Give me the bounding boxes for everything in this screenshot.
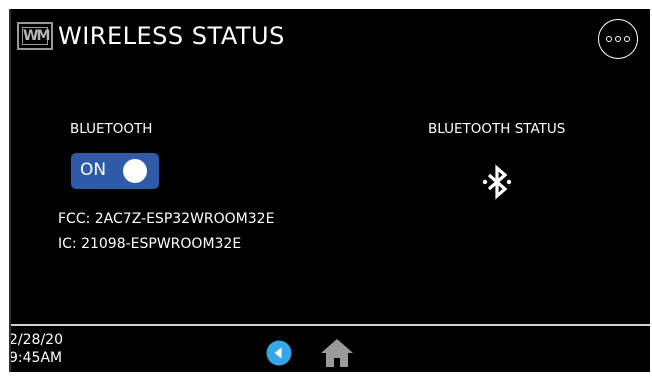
fcc-id-text: FCC: 2AC7Z-ESP32WROOM32E <box>58 211 275 227</box>
time-text: 9:45AM <box>9 350 63 366</box>
footer-divider <box>11 324 650 326</box>
back-button[interactable] <box>266 340 292 366</box>
bluetooth-icon <box>482 164 512 200</box>
ic-id-text: IC: 21098-ESPWROOM32E <box>58 236 242 252</box>
menu-dot-icon <box>624 36 630 42</box>
date-text: 2/28/20 <box>9 332 63 348</box>
brand-logo: WM <box>17 22 53 50</box>
device-screen: WM WIRELESS STATUS BLUETOOTH ON BLUETOOT… <box>9 9 650 372</box>
toggle-state-text: ON <box>80 160 107 180</box>
menu-dot-icon <box>606 36 612 42</box>
more-options-button[interactable] <box>598 19 638 59</box>
bluetooth-label: BLUETOOTH <box>70 121 153 137</box>
toggle-knob <box>123 159 147 183</box>
menu-dot-icon <box>615 36 621 42</box>
logo-text: WM <box>22 27 50 45</box>
bluetooth-status-label: BLUETOOTH STATUS <box>428 121 566 137</box>
home-icon <box>321 339 353 367</box>
home-button[interactable] <box>320 337 354 369</box>
bluetooth-toggle[interactable]: ON <box>71 153 159 189</box>
datetime-display: 2/28/20 9:45AM <box>9 331 63 367</box>
page-title: WIRELESS STATUS <box>58 22 285 50</box>
